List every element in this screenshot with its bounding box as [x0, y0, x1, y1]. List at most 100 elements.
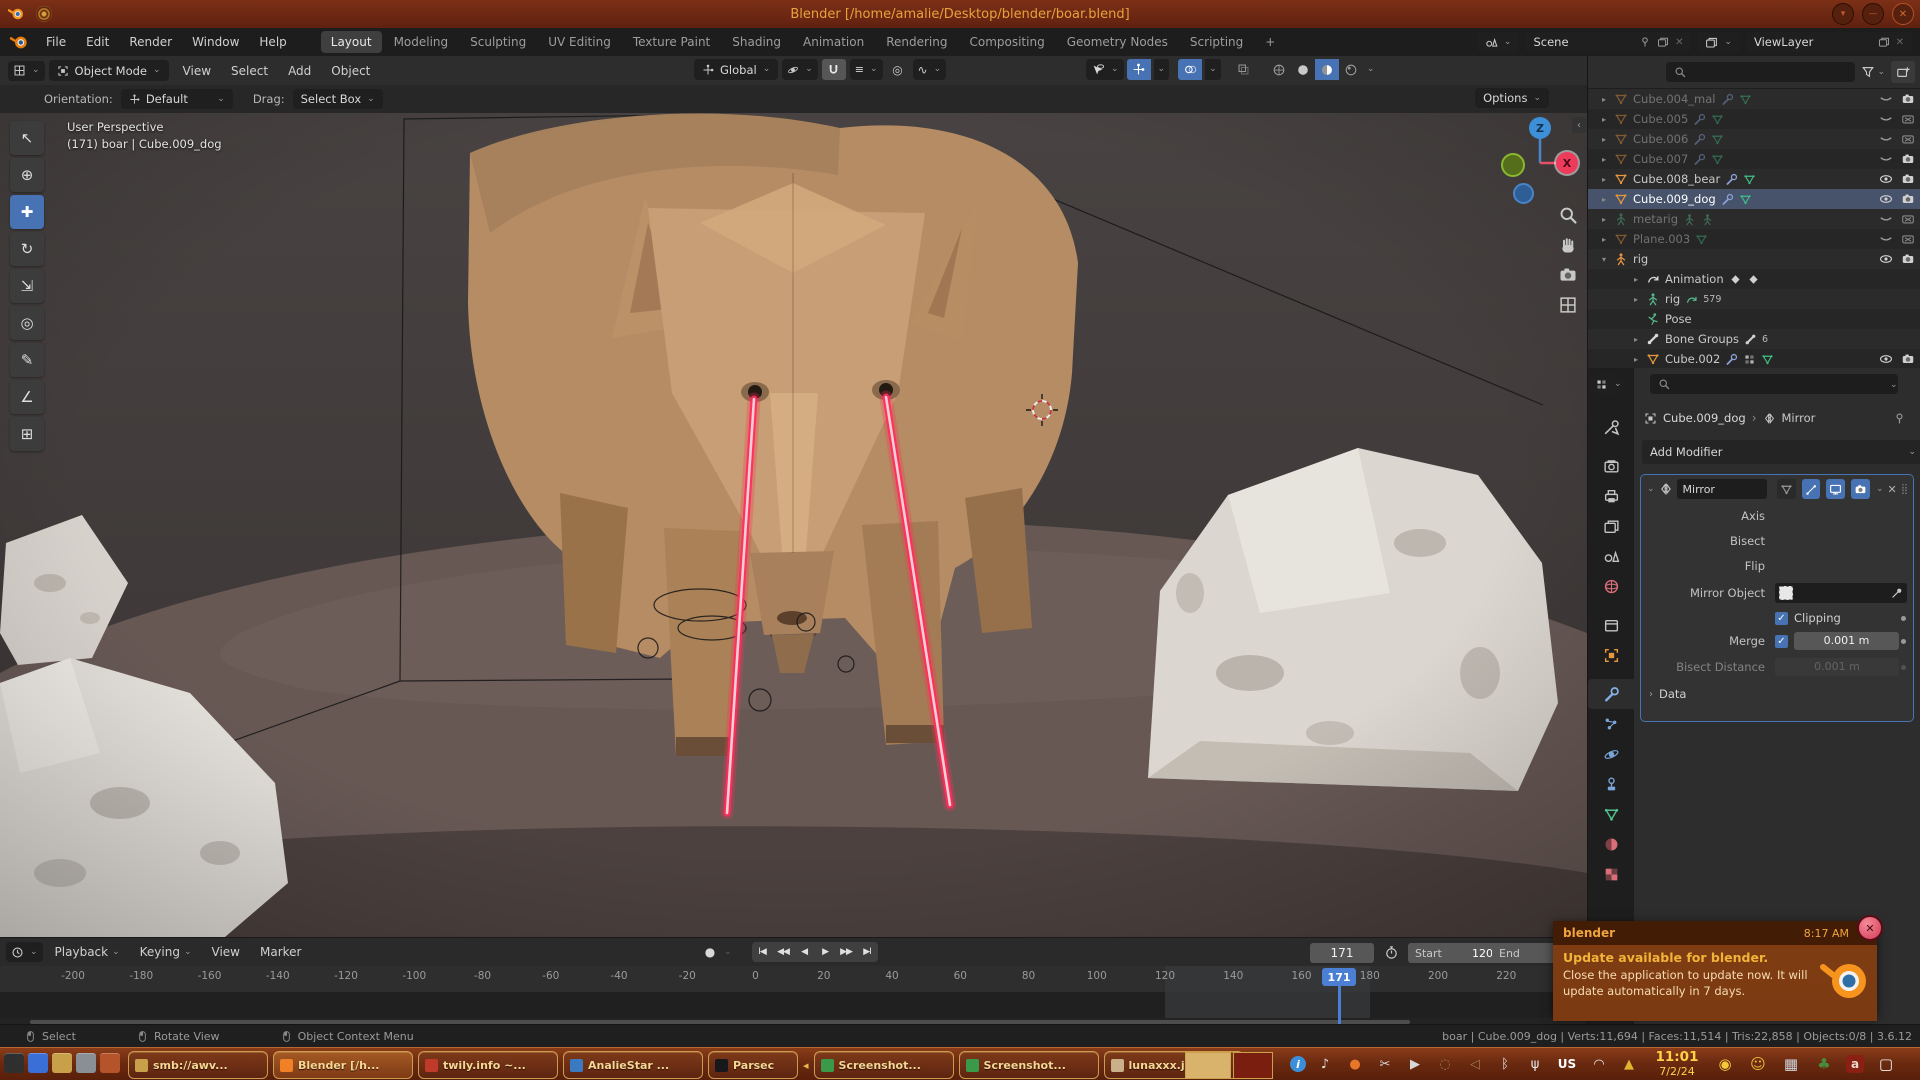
taskbar-quicklaunch-icon-1[interactable] — [4, 1053, 24, 1073]
taskbar-app-2[interactable]: Blender [/h... — [273, 1051, 413, 1079]
transform-tool[interactable]: ◎ — [10, 306, 44, 340]
eyedropper-icon[interactable] — [1891, 587, 1903, 599]
viewport-menu-select[interactable]: Select — [221, 60, 278, 82]
tab-modifiers[interactable] — [1588, 679, 1634, 709]
viewlayer-type-dropdown[interactable]: ⌄ — [1697, 32, 1740, 52]
tab-constraints[interactable] — [1588, 769, 1634, 799]
modifier-name-field[interactable]: Mirror — [1677, 479, 1767, 499]
outliner-row-cube-004-mal[interactable]: ▸Cube.004_mal — [1588, 89, 1920, 109]
timeline-menu-keying[interactable]: Keying ⌄ — [130, 941, 202, 963]
outliner-search[interactable] — [1666, 62, 1855, 82]
outliner-row-rig[interactable]: ▸rig579 — [1588, 289, 1920, 309]
annotate-tool[interactable]: ✎ — [10, 343, 44, 377]
workspace-tab-rendering[interactable]: Rendering — [876, 31, 957, 53]
maximize-button[interactable]: — — [1862, 3, 1884, 25]
cursor-tool[interactable]: ⊕ — [10, 158, 44, 192]
expand-arrow-icon[interactable]: ▸ — [1602, 95, 1614, 104]
disable-in-renders-toggle[interactable] — [1901, 232, 1915, 246]
expand-arrow-icon[interactable]: ▸ — [1602, 115, 1614, 124]
outliner-row-cube-009-dog[interactable]: ▸Cube.009_dog — [1588, 189, 1920, 209]
usb-tray-icon[interactable]: ψ — [1524, 1053, 1546, 1075]
taskbar-app-5[interactable]: Parsec — [708, 1051, 798, 1079]
pin-icon[interactable] — [1639, 36, 1651, 48]
menu-edit[interactable]: Edit — [76, 31, 119, 53]
new-viewlayer-icon[interactable] — [1878, 36, 1890, 48]
falloff-dropdown[interactable]: ∿⌄ — [913, 59, 947, 80]
viewport-menu-object[interactable]: Object — [321, 60, 380, 82]
viewport-camera-view-icon[interactable] — [1558, 265, 1578, 288]
shading-dropdown[interactable]: ⌄ — [1363, 59, 1379, 80]
breadcrumb-object[interactable]: Cube.009_dog — [1663, 411, 1746, 425]
outliner-row-animation[interactable]: ▸Animation — [1588, 269, 1920, 289]
timeline-menu-marker[interactable]: Marker — [250, 941, 311, 963]
keyboard-layout-indicator[interactable]: US — [1554, 1053, 1580, 1075]
merge-animate-dot[interactable] — [1901, 639, 1906, 644]
data-subpanel-header[interactable]: › Data — [1649, 687, 1686, 701]
expand-arrow-icon[interactable]: ▸ — [1602, 155, 1614, 164]
workspace-tab-modeling[interactable]: Modeling — [384, 31, 459, 53]
keying-options-dropdown[interactable]: ⌄ — [724, 948, 732, 957]
hide-in-viewport-toggle[interactable] — [1879, 132, 1893, 146]
new-workspace-button[interactable]: + — [1255, 31, 1285, 53]
editor-type-dropdown[interactable]: ⌄ — [8, 61, 45, 81]
hide-in-viewport-toggle[interactable] — [1879, 112, 1893, 126]
taskbar-quicklaunch-icon-5[interactable] — [100, 1053, 120, 1073]
expand-arrow-icon[interactable]: ▾ — [1602, 255, 1614, 264]
clipping-checkbox[interactable]: ✓ — [1775, 612, 1788, 625]
outliner-row-cube-006[interactable]: ▸Cube.006 — [1588, 129, 1920, 149]
outliner-row-cube-005[interactable]: ▸Cube.005 — [1588, 109, 1920, 129]
notification-lamp-icon[interactable]: ◉ — [1714, 1053, 1736, 1075]
frame-start-field[interactable]: Start120 — [1408, 943, 1500, 963]
menu-file[interactable]: File — [36, 31, 76, 53]
tab-physics[interactable] — [1588, 739, 1634, 769]
viewport-pan-hand-icon[interactable] — [1558, 235, 1578, 258]
color-swatch-2[interactable] — [1233, 1052, 1273, 1079]
transform-orientation-dropdown[interactable]: Global⌄ — [694, 59, 778, 80]
book-icon[interactable]: a — [1846, 1055, 1864, 1073]
menu-help[interactable]: Help — [249, 31, 296, 53]
overlays-toggle[interactable] — [1178, 59, 1202, 80]
workspace-tab-compositing[interactable]: Compositing — [959, 31, 1054, 53]
disable-in-renders-toggle[interactable] — [1901, 192, 1915, 206]
playback-play-button[interactable]: ▶ — [815, 942, 836, 962]
taskbar-app-4[interactable]: AnalieStar ... — [563, 1051, 703, 1079]
playback-prev-key-button[interactable]: ◀◀ — [773, 942, 794, 962]
disable-in-renders-toggle[interactable] — [1901, 352, 1915, 366]
tab-object-data[interactable] — [1588, 799, 1634, 829]
collapse-modifier-icon[interactable]: ⌄ — [1647, 485, 1655, 494]
xray-toggle[interactable] — [1232, 59, 1256, 80]
show-object-types-dropdown[interactable]: ⌄ — [1086, 59, 1124, 80]
bisect-distance-field[interactable]: 0.001 m — [1775, 658, 1899, 676]
outliner-row-metarig[interactable]: ▸metarig — [1588, 209, 1920, 229]
hide-in-viewport-toggle[interactable] — [1879, 352, 1893, 366]
viewport-zoom-icon[interactable] — [1558, 205, 1578, 228]
taskbar-overflow-arrow[interactable]: ◂ — [803, 1059, 809, 1072]
region-collapse-arrow[interactable]: ‹ — [1572, 117, 1586, 133]
viewport-3d-scene[interactable] — [0, 113, 1587, 937]
expand-arrow-icon[interactable]: ▸ — [1602, 215, 1614, 224]
smiley-icon[interactable]: ☺ — [1747, 1053, 1769, 1075]
show-in-viewport-toggle[interactable] — [1826, 479, 1845, 499]
hide-in-viewport-toggle[interactable] — [1879, 92, 1893, 106]
tab-scene[interactable] — [1588, 541, 1634, 571]
frame-icon[interactable]: ▢ — [1875, 1053, 1897, 1075]
mirror-object-field[interactable] — [1775, 583, 1907, 603]
hide-in-viewport-toggle[interactable] — [1879, 212, 1893, 226]
overlays-dropdown[interactable]: ⌄ — [1205, 59, 1221, 80]
tab-object[interactable] — [1588, 640, 1634, 670]
disable-in-renders-toggle[interactable] — [1901, 112, 1915, 126]
workspace-tab-scripting[interactable]: Scripting — [1180, 31, 1253, 53]
move-tool[interactable]: ✚ — [10, 195, 44, 229]
shading-material-button[interactable] — [1315, 59, 1339, 80]
menu-window[interactable]: Window — [182, 31, 249, 53]
minimize-button[interactable]: ▾ — [1832, 3, 1854, 25]
new-collection-button[interactable] — [1891, 61, 1915, 83]
taskbar-quicklaunch-icon-4[interactable] — [76, 1053, 96, 1073]
outliner-row-pose[interactable]: Pose — [1588, 309, 1920, 329]
show-on-cage-toggle[interactable] — [1777, 479, 1796, 499]
workspace-tab-uv-editing[interactable]: UV Editing — [538, 31, 621, 53]
gizmo-y-axis[interactable] — [1501, 153, 1525, 177]
outliner-filter-dropdown[interactable]: ⌄ — [1861, 65, 1885, 79]
expand-arrow-icon[interactable]: ▸ — [1634, 335, 1646, 344]
info-tray-icon[interactable]: i — [1290, 1056, 1306, 1072]
